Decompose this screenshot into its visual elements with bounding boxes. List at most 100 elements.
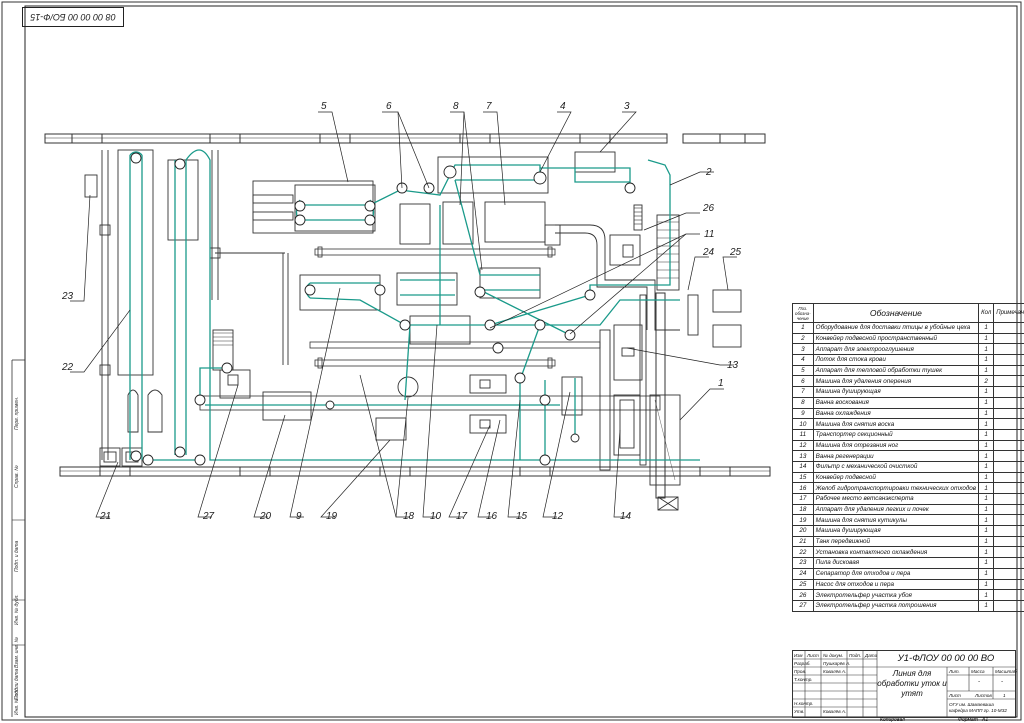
- tb-role-tcontrol: Т.контр.: [794, 677, 813, 682]
- spec-row: 11 Транспортер секционный 1: [792, 428, 1024, 441]
- spec-cell-qty: 1: [978, 343, 995, 356]
- strip-label-5: Взам. инв. №: [14, 637, 20, 668]
- spec-cell-note: [993, 428, 1024, 441]
- callout-2: 2: [705, 167, 712, 178]
- spec-cell-note: [993, 503, 1024, 516]
- drawing-code-stamp: 08 00 00 00 БО/Ф-15: [22, 7, 124, 27]
- spec-cell-note: [993, 471, 1024, 484]
- spec-cell-pos: 14: [792, 460, 814, 473]
- spec-cell-pos: 24: [792, 567, 814, 580]
- tb-person-2: Ковалёв А.: [823, 669, 847, 674]
- spec-cell-qty: 1: [978, 546, 995, 559]
- tb-dash-1: -: [978, 679, 980, 685]
- tb-role-ncontrol: Н.контр.: [794, 701, 814, 706]
- spec-row: 20 Машина душирующая 1: [792, 525, 1024, 537]
- callout-11: 11: [704, 229, 714, 240]
- callout-4: 4: [560, 101, 566, 112]
- spec-cell-pos: 4: [792, 354, 814, 366]
- spec-header-note: Примечание: [993, 303, 1024, 323]
- spec-cell-pos: 13: [792, 450, 814, 462]
- callout-12: 12: [552, 511, 564, 522]
- callout-26: 26: [702, 203, 715, 214]
- callout-23: 23: [61, 291, 74, 302]
- spec-cell-name: Танк передвижной: [812, 535, 980, 548]
- spec-cell-pos: 2: [792, 332, 814, 345]
- spec-cell-pos: 9: [792, 407, 814, 420]
- tb-role-dev: Разраб.: [794, 661, 811, 666]
- spec-header-qty: Кол: [978, 303, 995, 323]
- spec-cell-name: Машина для отрезания ног: [812, 439, 980, 452]
- spec-cell-note: [993, 460, 1024, 473]
- spec-cell-pos: 3: [792, 343, 814, 356]
- title-block-code: У1-ФЛОУ 00 00 00 ВО: [897, 653, 995, 664]
- tb-role-sheet: Лист: [807, 653, 819, 658]
- spec-cell-note: [993, 332, 1024, 345]
- spec-row: 24 Сепаратор для отходов и пера 1: [792, 567, 1024, 580]
- callout-7: 7: [486, 101, 492, 112]
- spec-row: 10 Машина для снятия воска 1: [792, 418, 1024, 430]
- spec-row: 7 Машина душирующая 1: [792, 386, 1024, 398]
- spec-cell-qty: 1: [978, 503, 995, 516]
- spec-row: 9 Ванна охлаждения 1: [792, 407, 1024, 420]
- tb-sheets-count: 1: [1003, 693, 1006, 698]
- spec-row: 22 Установка контактного охлаждения 1: [792, 546, 1024, 559]
- specification-table: Поз. обозна- чение Обозначение Кол Приме…: [792, 303, 1024, 612]
- spec-cell-qty: 1: [978, 322, 995, 334]
- spec-cell-name: Желоб гидротранспортировки технических о…: [812, 482, 980, 494]
- callout-27: 27: [202, 511, 215, 522]
- spec-row: 6 Машина для удаления оперения 2: [792, 375, 1024, 388]
- tb-role-check: Пров.: [794, 669, 807, 674]
- spec-cell-qty: 1: [978, 471, 995, 484]
- spec-cell-qty: 1: [978, 535, 995, 548]
- spec-cell-pos: 25: [792, 578, 814, 591]
- spec-cell-qty: 1: [978, 354, 995, 366]
- strip-label-3: Подп. и дата: [14, 540, 20, 572]
- spec-cell-name: Конвейер подвесной пространственный: [812, 332, 980, 345]
- spec-cell-note: [993, 354, 1024, 366]
- tb-person-3: Ковалёв А.: [823, 709, 847, 714]
- spec-cell-note: [993, 364, 1024, 377]
- tb-sheet: Лист: [949, 693, 961, 698]
- spec-cell-name: Электротельфер участка потрошения: [812, 599, 980, 612]
- spec-cell-note: [993, 546, 1024, 559]
- spec-cell-pos: 21: [792, 535, 814, 548]
- spec-cell-note: [993, 482, 1024, 494]
- strip-label-1: Перв. примен.: [14, 396, 20, 430]
- spec-cell-pos: 22: [792, 546, 814, 559]
- spec-row: 8 Ванна воскования 1: [792, 396, 1024, 409]
- spec-cell-note: [993, 375, 1024, 388]
- spec-row: 2 Конвейер подвесной пространственный 1: [792, 332, 1024, 345]
- tb-role-date: Дата: [865, 653, 878, 658]
- spec-cell-qty: 1: [978, 557, 995, 569]
- tb-scale: Масштаб: [995, 669, 1017, 674]
- tb-litera: Лит.: [949, 669, 960, 674]
- spec-cell-pos: 7: [792, 386, 814, 398]
- spec-cell-name: Машина душирующая: [812, 525, 980, 537]
- tb-role-change: Изм: [794, 653, 803, 658]
- spec-cell-qty: 1: [978, 482, 995, 494]
- callout-13: 13: [727, 360, 739, 371]
- spec-cell-note: [993, 450, 1024, 462]
- rails: [199, 246, 661, 411]
- spec-cell-qty: 1: [978, 525, 995, 537]
- strip-label-7: Инв. № подл.: [14, 683, 20, 715]
- drawing-sheet: 1 2 3 4 5 6 7 8 9 10 11 12 13 14 15 16 1…: [0, 0, 1024, 723]
- spec-row: 25 Насос для отходов и пера 1: [792, 578, 1024, 591]
- spec-cell-name: Аппарат для удаления легких и почек: [812, 503, 980, 516]
- tb-dash-2: -: [1001, 679, 1003, 685]
- callout-21: 21: [99, 511, 111, 522]
- tb-role-doc: № докум.: [823, 653, 844, 658]
- spec-cell-qty: 1: [978, 450, 995, 462]
- spec-cell-pos: 18: [792, 503, 814, 516]
- spec-row: 23 Пила дисковая 1: [792, 557, 1024, 569]
- spec-header-name: Обозначение: [812, 303, 980, 323]
- title-block: У1-ФЛОУ 00 00 00 ВО Линия для обработки …: [792, 650, 1016, 718]
- callout-5: 5: [321, 101, 327, 112]
- spec-cell-qty: 1: [978, 428, 995, 441]
- spec-cell-pos: 20: [792, 525, 814, 537]
- spec-cell-name: Ванна охлаждения: [812, 407, 980, 420]
- spec-cell-name: Установка контактного охлаждения: [812, 546, 980, 559]
- spec-cell-qty: 1: [978, 599, 995, 612]
- equipment: [84, 149, 742, 467]
- spec-row: 17 Рабочее место ветсанэксперта 1: [792, 493, 1024, 505]
